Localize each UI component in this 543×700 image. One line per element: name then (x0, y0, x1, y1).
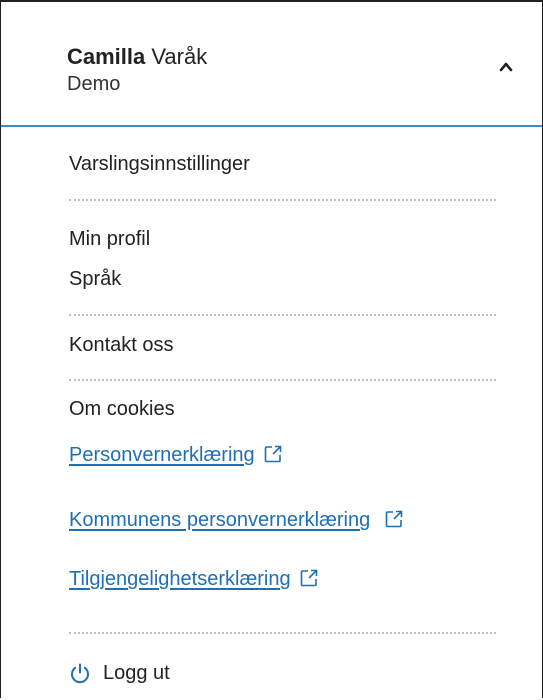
municipality-privacy-statement-label: Kommunens personvernerklæring (69, 509, 371, 531)
accessibility-statement-label: Tilgjengelighetserklæring (69, 568, 291, 590)
menu-item-about-cookies[interactable]: Om cookies (69, 398, 175, 421)
external-link-icon (264, 445, 281, 463)
privacy-statement-label: Personvernerklæring (69, 444, 255, 466)
menu-divider (69, 314, 496, 316)
privacy-statement-link[interactable]: Personvernerklæring (69, 444, 283, 467)
municipality-privacy-statement-link[interactable]: Kommunens personvernerklæring (69, 509, 404, 532)
menu-item-language[interactable]: Språk (69, 268, 121, 291)
user-last-name: Varåk (151, 44, 208, 69)
menu-divider (69, 632, 496, 634)
user-full-name: Camilla Varåk (67, 44, 207, 70)
user-organization: Demo (67, 73, 121, 95)
menu-item-contact-us[interactable]: Kontakt oss (69, 334, 174, 357)
chevron-up-icon[interactable] (498, 59, 514, 75)
external-link-icon (300, 569, 317, 587)
accessibility-statement-link[interactable]: Tilgjengelighetserklæring (69, 568, 319, 591)
menu-item-notification-settings[interactable]: Varslingsinnstillinger (69, 153, 250, 176)
user-menu-header[interactable]: Camilla Varåk Demo (1, 0, 542, 127)
user-first-name: Camilla (67, 44, 146, 69)
menu-item-my-profile[interactable]: Min profil (69, 228, 150, 251)
external-link-icon (385, 510, 403, 528)
menu-divider (69, 199, 496, 201)
menu-divider (69, 379, 496, 381)
logout-label: Logg ut (103, 661, 170, 684)
power-icon (71, 663, 89, 684)
user-menu-panel: Camilla Varåk Demo Varslingsinnstillinge… (0, 0, 543, 698)
logout-button[interactable]: Logg ut (69, 659, 170, 687)
